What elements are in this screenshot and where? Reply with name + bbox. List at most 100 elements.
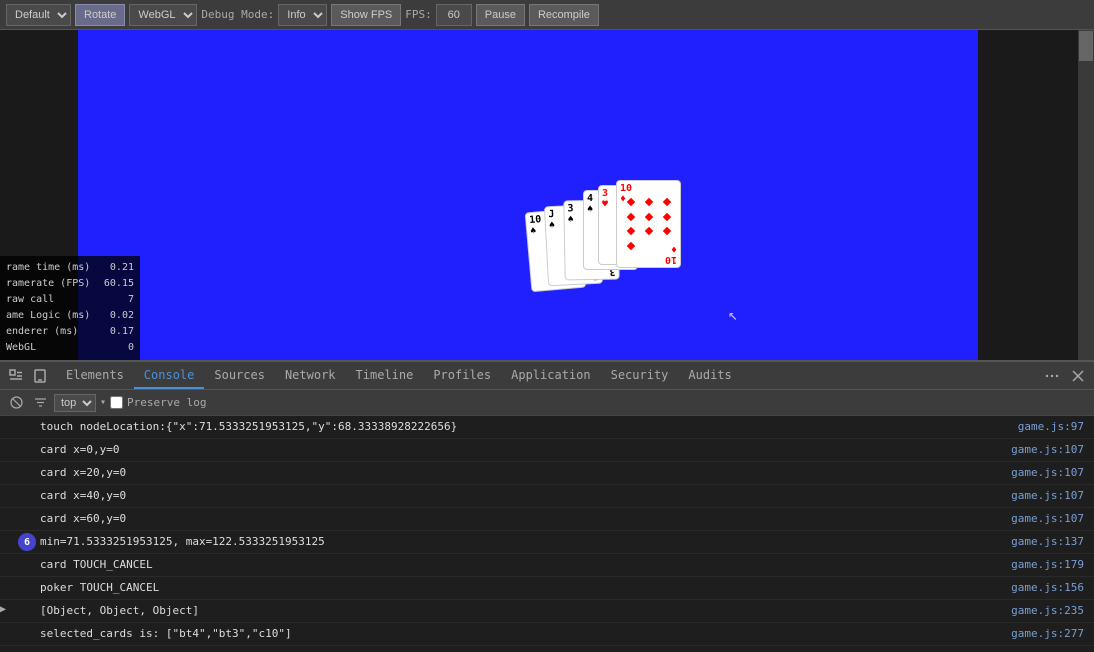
close-devtools-button[interactable] — [1066, 364, 1090, 388]
console-row-arrow — [0, 441, 14, 443]
console-row-arrow — [0, 533, 14, 535]
console-row-badge — [18, 418, 36, 436]
console-row: card x=40,y=0game.js:107 — [0, 485, 1094, 508]
more-options-button[interactable] — [1040, 364, 1064, 388]
console-row: poker TOUCH_CANCELgame.js:156 — [0, 577, 1094, 600]
console-row-link[interactable]: game.js:97 — [1014, 418, 1088, 435]
webgl-select[interactable]: WebGL — [129, 4, 197, 26]
console-row-text: poker TOUCH_CANCEL — [40, 579, 1007, 596]
tab-profiles[interactable]: Profiles — [423, 362, 501, 389]
console-row-badge — [18, 556, 36, 574]
device-mode-button[interactable] — [28, 364, 52, 388]
console-row-badge — [18, 441, 36, 459]
canvas-scrollbar[interactable] — [1078, 30, 1094, 360]
fps-label: FPS: — [405, 8, 432, 21]
console-row-text: card x=20,y=0 — [40, 464, 1007, 481]
console-row-text: card x=0,y=0 — [40, 441, 1007, 458]
tab-sources[interactable]: Sources — [204, 362, 275, 389]
draw-call-label: raw call — [6, 292, 54, 308]
console-row-badge — [18, 625, 36, 643]
fps-renderer-row: enderer (ms) 0.17 — [6, 324, 134, 340]
console-row-badge — [18, 464, 36, 482]
fps-framerate-row: ramerate (FPS) 60.15 — [6, 276, 134, 292]
tab-audits[interactable]: Audits — [678, 362, 741, 389]
frame-time-label: rame time (ms) — [6, 260, 90, 276]
console-row-arrow — [0, 556, 14, 558]
diamond-5 — [644, 212, 652, 220]
console-row: card x=60,y=0game.js:107 — [0, 508, 1094, 531]
tab-application[interactable]: Application — [501, 362, 600, 389]
diamond-10 — [626, 242, 634, 250]
pause-button[interactable]: Pause — [476, 4, 525, 26]
card-5-top: 3♥ — [602, 188, 608, 210]
preserve-log-label[interactable]: Preserve log — [127, 396, 206, 409]
frame-time-value: 0.21 — [110, 260, 134, 276]
console-row-text: selected_cards is: ["bt4","bt3","c10"] — [40, 625, 1007, 642]
context-filter-select[interactable]: top — [54, 394, 96, 412]
webgl-label: WebGL — [6, 340, 36, 356]
devtools-panel: Elements Console Sources Network Timelin… — [0, 360, 1094, 652]
console-row-badge — [18, 510, 36, 528]
console-row-text: min=71.5333251953125, max=122.5333251953… — [40, 533, 1007, 550]
devtools-topbar: Elements Console Sources Network Timelin… — [0, 362, 1094, 390]
draw-call-value: 7 — [128, 292, 134, 308]
preserve-log-checkbox[interactable] — [110, 396, 123, 409]
devtools-tabs: Elements Console Sources Network Timelin… — [56, 362, 742, 389]
diamond-6 — [662, 212, 670, 220]
layout-select[interactable]: Default — [6, 4, 71, 26]
recompile-button[interactable]: Recompile — [529, 4, 599, 26]
console-row-link[interactable]: game.js:107 — [1007, 464, 1088, 481]
tab-console[interactable]: Console — [134, 362, 205, 389]
console-row-arrow — [0, 579, 14, 581]
inspect-element-button[interactable] — [4, 364, 28, 388]
diamond-9 — [662, 227, 670, 235]
tab-timeline[interactable]: Timeline — [346, 362, 424, 389]
fps-overlay: rame time (ms) 0.21 ramerate (FPS) 60.15… — [0, 256, 140, 360]
filter-button[interactable] — [30, 393, 50, 413]
console-row: card x=0,y=0game.js:107 — [0, 439, 1094, 462]
game-canvas: 10♠ 10♠ J♠ J♠ 3♠ 3♠ ♥ 4♠ 4♠ 3♥ 3♥ — [78, 30, 978, 360]
renderer-value: 0.17 — [110, 324, 134, 340]
console-row-arrow[interactable]: ▶ — [0, 602, 14, 615]
console-row-badge: 6 — [18, 533, 36, 551]
fps-game-logic-row: ame Logic (ms) 0.02 — [6, 308, 134, 324]
console-row-link[interactable]: game.js:179 — [1007, 556, 1088, 573]
console-row-link[interactable]: game.js:107 — [1007, 487, 1088, 504]
devtools-topbar-right — [1040, 364, 1090, 388]
toolbar: Default Rotate WebGL Debug Mode: Info Sh… — [0, 0, 1094, 30]
console-row-text: card x=40,y=0 — [40, 487, 1007, 504]
diamond-3 — [662, 198, 670, 206]
webgl-value: 0 — [128, 340, 134, 356]
console-row-link[interactable]: game.js:156 — [1007, 579, 1088, 596]
fps-frame-time-row: rame time (ms) 0.21 — [6, 260, 134, 276]
diamond-8 — [644, 227, 652, 235]
console-row-link[interactable]: game.js:137 — [1007, 533, 1088, 550]
console-row: card x=20,y=0game.js:107 — [0, 462, 1094, 485]
card-4-top: 4♠ — [587, 193, 593, 215]
tab-network[interactable]: Network — [275, 362, 346, 389]
console-row: card TOUCH_CANCELgame.js:179 — [0, 554, 1094, 577]
debug-mode-select[interactable]: Info — [278, 4, 327, 26]
rotate-button[interactable]: Rotate — [75, 4, 125, 26]
diamond-7 — [626, 227, 634, 235]
console-row-link[interactable]: game.js:277 — [1007, 625, 1088, 642]
renderer-label: enderer (ms) — [6, 324, 78, 340]
game-logic-value: 0.02 — [110, 308, 134, 324]
diamond-2 — [644, 198, 652, 206]
game-logic-label: ame Logic (ms) — [6, 308, 90, 324]
tab-elements[interactable]: Elements — [56, 362, 134, 389]
console-row-arrow — [0, 487, 14, 489]
console-row-link[interactable]: game.js:107 — [1007, 510, 1088, 527]
fps-draw-call-row: raw call 7 — [6, 292, 134, 308]
console-row-badge — [18, 602, 36, 620]
console-output[interactable]: touch nodeLocation:{"x":71.5333251953125… — [0, 416, 1094, 652]
console-row-link[interactable]: game.js:107 — [1007, 441, 1088, 458]
filter-arrow: ▾ — [100, 397, 106, 408]
show-fps-button[interactable]: Show FPS — [331, 4, 401, 26]
tab-security[interactable]: Security — [601, 362, 679, 389]
scrollbar-thumb[interactable] — [1079, 31, 1093, 61]
console-row-link[interactable]: game.js:235 — [1007, 602, 1088, 619]
fps-webgl-row: WebGL 0 — [6, 340, 134, 356]
fps-input[interactable] — [436, 4, 472, 26]
clear-console-button[interactable] — [6, 393, 26, 413]
